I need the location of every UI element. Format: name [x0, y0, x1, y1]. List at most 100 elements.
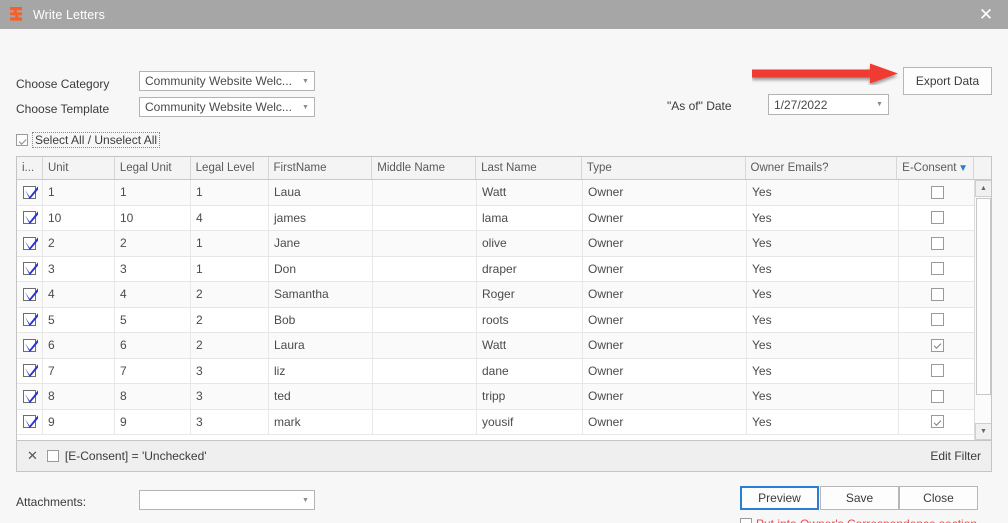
filter-funnel-icon[interactable]: ▼ — [958, 163, 968, 174]
cell-middle-name — [373, 409, 477, 434]
cell-legal-unit: 9 — [115, 409, 191, 434]
cell-legal-level: 2 — [191, 307, 269, 332]
row-select-checkbox[interactable] — [17, 256, 43, 281]
table-row[interactable]: 6 6 2 Laura Watt Owner Yes — [17, 333, 991, 359]
attachments-dropdown[interactable]: ▼ — [139, 490, 315, 510]
e-consent-checkbox-box — [930, 338, 944, 352]
e-consent-checkbox[interactable] — [899, 231, 976, 256]
cell-firstname: Laua — [269, 180, 373, 205]
cell-legal-level: 3 — [191, 384, 269, 409]
table-row[interactable]: 2 2 1 Jane olive Owner Yes — [17, 231, 991, 257]
column-header-legal-level[interactable]: Legal Level — [190, 157, 269, 179]
cell-legal-unit: 5 — [115, 307, 191, 332]
table-row[interactable]: 1 1 1 Laua Watt Owner Yes — [17, 180, 991, 206]
select-all-checkbox[interactable]: Select All / Unselect All — [16, 131, 161, 148]
table-body: 1 1 1 Laua Watt Owner Yes 10 10 4 james lama Owner Ye… — [17, 180, 991, 440]
cell-owner-emails: Yes — [747, 231, 899, 256]
edit-filter-link[interactable]: Edit Filter — [930, 449, 981, 463]
row-select-checkbox[interactable] — [17, 333, 43, 358]
row-select-checkbox[interactable] — [17, 384, 43, 409]
e-consent-checkbox[interactable] — [899, 180, 976, 205]
column-header-legal-unit[interactable]: Legal Unit — [114, 157, 191, 179]
cell-last-name: Roger — [477, 282, 583, 307]
row-select-checkbox[interactable] — [17, 358, 43, 383]
e-consent-checkbox[interactable] — [899, 307, 976, 332]
table-row[interactable]: 7 7 3 liz dane Owner Yes — [17, 358, 991, 384]
as-of-date-value: 1/27/2022 — [774, 97, 828, 112]
as-of-date-input[interactable]: 1/27/2022 ▼ — [768, 94, 889, 115]
window-title: Write Letters — [33, 7, 105, 22]
column-header-last-name[interactable]: Last Name — [476, 157, 582, 179]
close-button[interactable]: Close — [899, 486, 978, 510]
choose-category-dropdown[interactable]: Community Website Welc... ▼ — [139, 71, 315, 91]
e-consent-checkbox-box — [930, 364, 944, 378]
cell-unit: 1 — [43, 180, 115, 205]
cell-legal-unit: 8 — [115, 384, 191, 409]
table-row[interactable]: 5 5 2 Bob roots Owner Yes — [17, 307, 991, 333]
cell-legal-level: 1 — [191, 231, 269, 256]
choose-template-dropdown[interactable]: Community Website Welc... ▼ — [139, 97, 315, 117]
table-row[interactable]: 10 10 4 james lama Owner Yes — [17, 205, 991, 231]
preview-button[interactable]: Preview — [740, 486, 819, 510]
row-select-checkbox-box — [23, 313, 38, 327]
cell-middle-name — [373, 282, 477, 307]
scrollbar-thumb[interactable] — [976, 198, 991, 395]
cell-unit: 7 — [43, 358, 115, 383]
cell-owner-emails: Yes — [747, 307, 899, 332]
choose-template-value: Community Website Welc... — [145, 100, 292, 114]
cell-firstname: Jane — [269, 231, 373, 256]
chevron-down-icon: ▼ — [302, 103, 309, 111]
cell-owner-emails: Yes — [747, 333, 899, 358]
e-consent-checkbox[interactable] — [899, 333, 976, 358]
e-consent-checkbox-box — [930, 262, 944, 276]
cell-legal-level: 3 — [191, 358, 269, 383]
export-data-button[interactable]: Export Data — [903, 67, 992, 95]
column-header-firstname[interactable]: FirstName — [268, 157, 373, 179]
chevron-down-icon: ▼ — [302, 496, 309, 504]
e-consent-checkbox[interactable] — [899, 205, 976, 230]
cell-middle-name — [373, 205, 477, 230]
cell-legal-unit: 4 — [115, 282, 191, 307]
close-x-icon[interactable]: ✕ — [27, 448, 38, 464]
column-header-unit[interactable]: Unit — [42, 157, 115, 179]
row-select-checkbox[interactable] — [17, 205, 43, 230]
cell-type: Owner — [583, 282, 747, 307]
e-consent-checkbox[interactable] — [899, 256, 976, 281]
table-row[interactable]: 9 9 3 mark yousif Owner Yes — [17, 409, 991, 435]
cell-unit: 3 — [43, 256, 115, 281]
e-consent-checkbox[interactable] — [899, 409, 976, 434]
column-header-owner-emails[interactable]: Owner Emails? — [745, 157, 898, 179]
cell-last-name: draper — [477, 256, 583, 281]
row-select-checkbox-box — [23, 287, 38, 301]
scroll-down-arrow-icon[interactable]: ▼ — [975, 423, 991, 440]
correspondence-option[interactable]: Put into Owner's Correspondence section — [740, 517, 977, 523]
cell-last-name: yousif — [477, 409, 583, 434]
column-header-e-consent[interactable]: E-Consent ▼ — [897, 157, 975, 179]
table-row[interactable]: 8 8 3 ted tripp Owner Yes — [17, 384, 991, 410]
e-consent-checkbox[interactable] — [899, 384, 976, 409]
table-header-row: i... Unit Legal Unit Legal Level FirstNa… — [17, 157, 991, 180]
row-select-checkbox-box — [23, 236, 38, 250]
close-icon[interactable]: ✕ — [964, 0, 1008, 29]
e-consent-checkbox[interactable] — [899, 358, 976, 383]
row-select-checkbox[interactable] — [17, 180, 43, 205]
scroll-up-arrow-icon[interactable]: ▲ — [975, 180, 991, 197]
cell-middle-name — [373, 180, 477, 205]
column-header-middle-name[interactable]: Middle Name — [372, 157, 477, 179]
cell-last-name: Watt — [477, 333, 583, 358]
filter-enabled-checkbox[interactable] — [46, 450, 59, 462]
column-header-i[interactable]: i... — [17, 157, 43, 179]
cell-owner-emails: Yes — [747, 358, 899, 383]
row-select-checkbox-box — [23, 185, 38, 199]
row-select-checkbox[interactable] — [17, 409, 43, 434]
table-vertical-scrollbar[interactable]: ▲ ▼ — [974, 180, 991, 440]
e-consent-checkbox[interactable] — [899, 282, 976, 307]
table-row[interactable]: 4 4 2 Samantha Roger Owner Yes — [17, 282, 991, 308]
row-select-checkbox[interactable] — [17, 282, 43, 307]
save-button[interactable]: Save — [820, 486, 899, 510]
row-select-checkbox[interactable] — [17, 307, 43, 332]
row-select-checkbox[interactable] — [17, 231, 43, 256]
table-row[interactable]: 3 3 1 Don draper Owner Yes — [17, 256, 991, 282]
column-header-type[interactable]: Type — [581, 157, 746, 179]
cell-firstname: Laura — [269, 333, 373, 358]
